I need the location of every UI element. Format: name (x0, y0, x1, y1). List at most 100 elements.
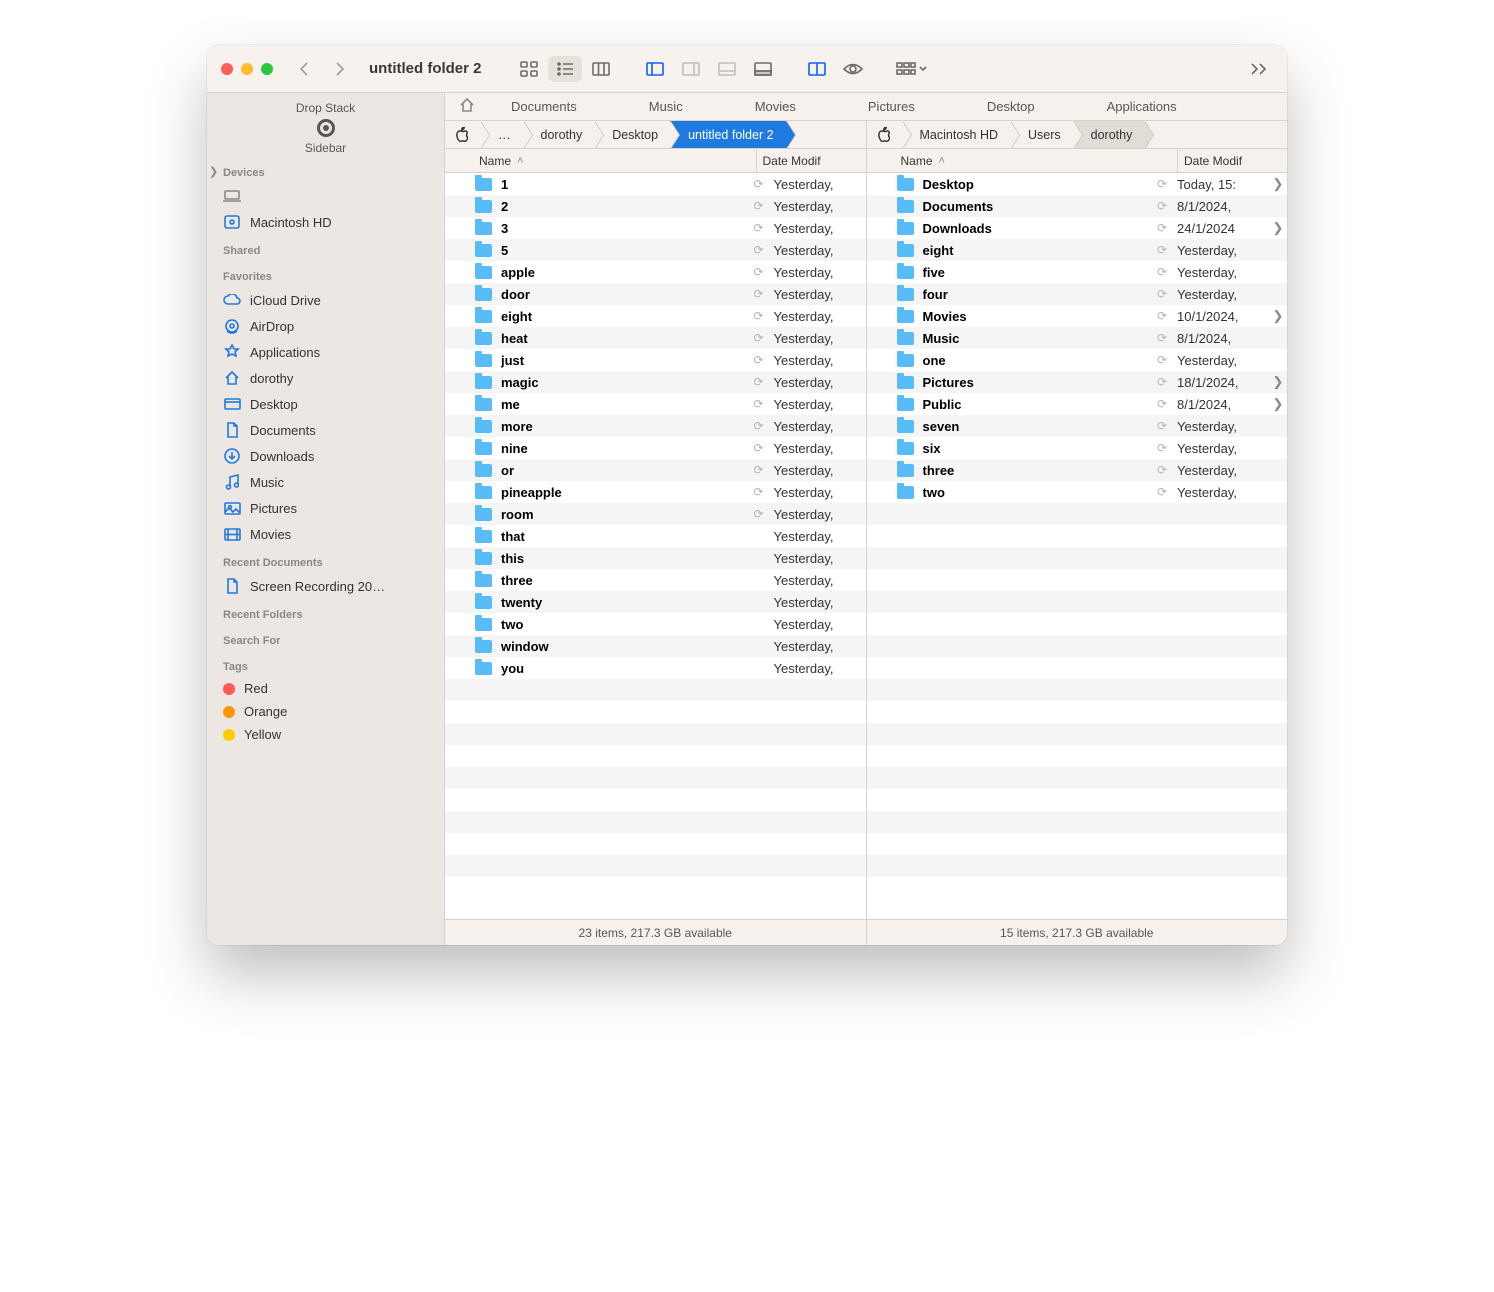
file-row[interactable]: me⟳Yesterday, (445, 393, 866, 415)
back-button[interactable] (291, 56, 317, 82)
file-row[interactable]: threeYesterday, (445, 569, 866, 591)
file-row[interactable]: heat⟳Yesterday, (445, 327, 866, 349)
column-header[interactable]: Name˄ Date Modif (867, 149, 1288, 173)
forward-button[interactable] (327, 56, 353, 82)
file-row[interactable]: apple⟳Yesterday, (445, 261, 866, 283)
file-row[interactable]: Downloads⟳24/1/2024❯ (867, 217, 1288, 239)
file-row[interactable]: or⟳Yesterday, (445, 459, 866, 481)
folder-icon (475, 222, 495, 235)
col-name: Name (901, 154, 933, 168)
sidebar-item[interactable]: Music (207, 469, 444, 495)
file-row[interactable]: thatYesterday, (445, 525, 866, 547)
sync-icon: ⟳ (750, 441, 768, 455)
column-header[interactable]: Name˄ Date Modif (445, 149, 866, 173)
sidebar-toggle[interactable] (638, 56, 672, 82)
panel-bottom[interactable] (746, 56, 780, 82)
sidebar-item[interactable]: Macintosh HD (207, 209, 444, 235)
file-row[interactable]: magic⟳Yesterday, (445, 371, 866, 393)
sidebar-item[interactable]: Movies (207, 521, 444, 547)
breadcrumb-item[interactable]: Desktop (594, 121, 670, 148)
dual-pane-toggle[interactable] (800, 56, 834, 82)
panel-mid[interactable] (674, 56, 708, 82)
tag-item[interactable]: Yellow (207, 723, 444, 746)
sidebar-item[interactable]: Pictures (207, 495, 444, 521)
file-row[interactable]: nine⟳Yesterday, (445, 437, 866, 459)
sidebar-item[interactable]: Downloads (207, 443, 444, 469)
file-row[interactable]: one⟳Yesterday, (867, 349, 1288, 371)
file-row[interactable]: Public⟳8/1/2024,❯ (867, 393, 1288, 415)
file-row[interactable]: room⟳Yesterday, (445, 503, 866, 525)
tab-item[interactable]: Documents (511, 99, 577, 114)
tab-item[interactable]: Movies (755, 99, 796, 114)
file-row[interactable]: eight⟳Yesterday, (445, 305, 866, 327)
file-row[interactable]: Music⟳8/1/2024, (867, 327, 1288, 349)
file-row[interactable]: twoYesterday, (445, 613, 866, 635)
file-row[interactable]: four⟳Yesterday, (867, 283, 1288, 305)
date-modified: 8/1/2024, (1171, 397, 1269, 412)
file-row[interactable]: windowYesterday, (445, 635, 866, 657)
file-row[interactable]: just⟳Yesterday, (445, 349, 866, 371)
file-name: three (501, 573, 750, 588)
panel-bottom-dim[interactable] (710, 56, 744, 82)
sidebar-collapse-icon[interactable]: ❯ (209, 165, 218, 178)
file-row[interactable]: 5⟳Yesterday, (445, 239, 866, 261)
file-row[interactable]: two⟳Yesterday, (867, 481, 1288, 503)
zoom-button[interactable] (261, 63, 273, 75)
minimize-button[interactable] (241, 63, 253, 75)
file-row[interactable]: seven⟳Yesterday, (867, 415, 1288, 437)
file-row[interactable]: 2⟳Yesterday, (445, 195, 866, 217)
toolbar-overflow[interactable] (1247, 63, 1273, 75)
view-icons[interactable] (512, 56, 546, 82)
breadcrumb-item[interactable]: Macintosh HD (902, 121, 1011, 148)
file-list-right[interactable]: Desktop⟳Today, 15:❯Documents⟳8/1/2024,Do… (867, 173, 1288, 919)
arrange-button[interactable] (890, 56, 934, 82)
section-recent-docs: Recent Documents (207, 547, 444, 573)
airdrop-icon (223, 317, 241, 335)
file-row[interactable]: three⟳Yesterday, (867, 459, 1288, 481)
apple-icon[interactable] (445, 121, 480, 148)
date-modified: 8/1/2024, (1171, 199, 1269, 214)
breadcrumb-item[interactable]: dorothy (1073, 121, 1145, 148)
sidebar-item[interactable]: iCloud Drive (207, 287, 444, 313)
file-row[interactable]: six⟳Yesterday, (867, 437, 1288, 459)
tab-item[interactable]: Pictures (868, 99, 915, 114)
breadcrumb-item[interactable]: untitled folder 2 (670, 121, 785, 148)
home-icon[interactable] (459, 98, 475, 115)
file-row[interactable]: twentyYesterday, (445, 591, 866, 613)
view-columns[interactable] (584, 56, 618, 82)
drop-stack-icon[interactable] (317, 119, 335, 137)
file-row[interactable]: Movies⟳10/1/2024,❯ (867, 305, 1288, 327)
file-row[interactable]: 1⟳Yesterday, (445, 173, 866, 195)
file-row[interactable]: Pictures⟳18/1/2024,❯ (867, 371, 1288, 393)
sidebar-item[interactable]: Desktop (207, 391, 444, 417)
file-row[interactable]: more⟳Yesterday, (445, 415, 866, 437)
file-row[interactable]: door⟳Yesterday, (445, 283, 866, 305)
date-modified: Yesterday, (768, 199, 866, 214)
tab-item[interactable]: Applications (1107, 99, 1177, 114)
sidebar-item[interactable]: Screen Recording 20… (207, 573, 444, 599)
file-row[interactable]: 3⟳Yesterday, (445, 217, 866, 239)
sidebar-item[interactable]: Applications (207, 339, 444, 365)
sidebar-item[interactable] (207, 183, 444, 209)
tag-item[interactable]: Red (207, 677, 444, 700)
file-row[interactable]: Documents⟳8/1/2024, (867, 195, 1288, 217)
file-row[interactable]: youYesterday, (445, 657, 866, 679)
quicklook-icon[interactable] (836, 56, 870, 82)
view-list[interactable] (548, 56, 582, 82)
sidebar-item[interactable]: AirDrop (207, 313, 444, 339)
close-button[interactable] (221, 63, 233, 75)
file-row[interactable]: eight⟳Yesterday, (867, 239, 1288, 261)
apple-icon[interactable] (867, 121, 902, 148)
file-row[interactable]: Desktop⟳Today, 15:❯ (867, 173, 1288, 195)
file-row[interactable]: five⟳Yesterday, (867, 261, 1288, 283)
file-row[interactable]: pineapple⟳Yesterday, (445, 481, 866, 503)
tab-item[interactable]: Music (649, 99, 683, 114)
file-row[interactable]: thisYesterday, (445, 547, 866, 569)
sync-icon: ⟳ (1153, 287, 1171, 301)
tab-item[interactable]: Desktop (987, 99, 1035, 114)
tag-item[interactable]: Orange (207, 700, 444, 723)
sidebar-item[interactable]: dorothy (207, 365, 444, 391)
sidebar-item[interactable]: Documents (207, 417, 444, 443)
breadcrumb-item[interactable]: dorothy (523, 121, 595, 148)
file-list-left[interactable]: 1⟳Yesterday,2⟳Yesterday,3⟳Yesterday,5⟳Ye… (445, 173, 866, 919)
